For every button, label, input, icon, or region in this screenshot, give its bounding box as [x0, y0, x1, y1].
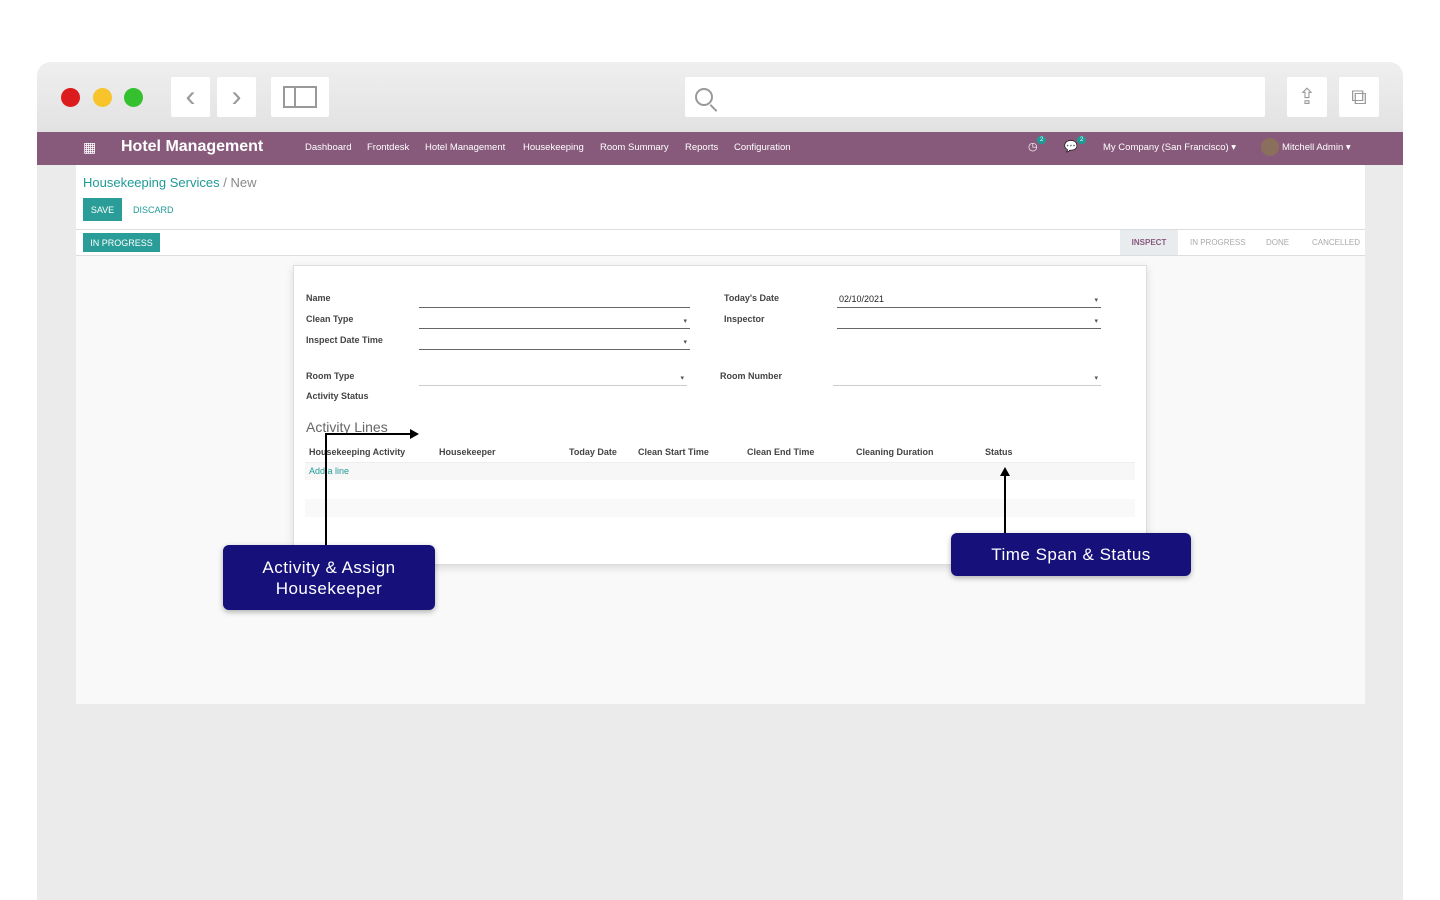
col-today-date[interactable]: Today Date	[569, 447, 617, 457]
menu-frontdesk[interactable]: Frontdesk	[367, 142, 409, 153]
breadcrumb: Housekeeping Services / New	[83, 175, 256, 190]
col-status[interactable]: Status	[985, 447, 1013, 457]
close-window-button[interactable]	[61, 88, 80, 107]
name-input[interactable]	[419, 294, 690, 308]
callout-activity-housekeeper: Activity & Assign Housekeeper	[223, 545, 435, 610]
search-icon	[695, 88, 718, 112]
back-button[interactable]: ‹	[171, 77, 210, 117]
room-number-select[interactable]: ▾	[833, 372, 1101, 386]
app-title: Hotel Management	[121, 138, 264, 155]
caret-down-icon: ▾	[683, 339, 687, 346]
room-type-select[interactable]: ▾	[419, 372, 687, 386]
caret-down-icon: ▾	[680, 375, 684, 382]
table-row	[305, 499, 1135, 517]
activity-status-label: Activity Status	[306, 391, 369, 401]
chevron-left-icon: ‹	[185, 80, 196, 113]
company-name: My Company (San Francisco)	[1103, 142, 1229, 153]
todays-date-label: Today's Date	[724, 293, 779, 303]
menu-dashboard[interactable]: Dashboard	[305, 142, 351, 153]
avatar[interactable]	[1261, 138, 1279, 156]
maximize-window-button[interactable]	[124, 88, 143, 107]
inspector-label: Inspector	[724, 314, 765, 324]
address-bar[interactable]	[685, 77, 1265, 117]
share-button[interactable]: ⇪	[1287, 77, 1327, 117]
col-cleaning-duration[interactable]: Cleaning Duration	[856, 447, 934, 457]
arrow-line	[1004, 474, 1006, 534]
breadcrumb-parent[interactable]: Housekeeping Services	[83, 175, 220, 190]
callout-time-span-status: Time Span & Status	[951, 533, 1191, 576]
todays-date-input[interactable]: 02/10/2021 ▾	[837, 294, 1101, 308]
room-number-label: Room Number	[720, 371, 783, 381]
company-switcher[interactable]: My Company (San Francisco) ▾	[1103, 142, 1236, 153]
breadcrumb-current: New	[230, 175, 257, 190]
stage-cancelled[interactable]: CANCELLED	[1312, 230, 1360, 255]
arrow-right-icon	[410, 429, 419, 439]
inspector-select[interactable]: ▾	[837, 315, 1101, 329]
chevron-right-icon: ›	[231, 80, 242, 113]
caret-down-icon: ▾	[1094, 297, 1098, 304]
menu-configuration[interactable]: Configuration	[734, 142, 791, 153]
menu-room-summary[interactable]: Room Summary	[600, 142, 669, 153]
menu-reports[interactable]: Reports	[685, 142, 718, 153]
todays-date-value: 02/10/2021	[839, 294, 885, 304]
stage-done[interactable]: DONE	[1266, 230, 1289, 255]
breadcrumb-separator: /	[223, 175, 227, 190]
caret-down-icon: ▾	[1094, 375, 1098, 382]
discard-button[interactable]: DISCARD	[133, 205, 174, 215]
menu-hotel-management[interactable]: Hotel Management	[425, 142, 505, 153]
status-bar: IN PROGRESS INSPECT IN PROGRESS DONE CAN…	[76, 229, 1365, 256]
menu-housekeeping[interactable]: Housekeeping	[523, 142, 584, 153]
arrow-line	[325, 433, 327, 551]
copy-icon: ⧉	[1351, 84, 1367, 109]
col-housekeeping-activity[interactable]: Housekeeping Activity	[309, 447, 405, 457]
stage-in-progress[interactable]: IN PROGRESS	[1190, 230, 1246, 255]
room-type-label: Room Type	[306, 371, 355, 381]
activity-badge: 2	[1037, 136, 1047, 144]
sidebar-toggle-button[interactable]	[271, 77, 329, 117]
share-icon: ⇪	[1297, 84, 1317, 109]
caret-down-icon: ▾	[1094, 318, 1098, 325]
arrow-line	[325, 433, 411, 435]
apps-grid-icon[interactable]: ▦	[83, 139, 96, 156]
caret-down-icon: ▾	[683, 318, 687, 325]
name-label: Name	[306, 293, 331, 303]
add-line-link[interactable]: Add a line	[309, 466, 349, 476]
table-row	[305, 462, 1135, 480]
clean-type-label: Clean Type	[306, 314, 354, 324]
minimize-window-button[interactable]	[93, 88, 112, 107]
control-panel: Housekeeping Services / New SAVE DISCARD	[76, 165, 1365, 229]
user-menu[interactable]: Mitchell Admin ▾	[1282, 142, 1351, 153]
messages-icon[interactable]: 💬 2	[1064, 136, 1087, 153]
user-name: Mitchell Admin	[1282, 142, 1344, 153]
stage-inspect[interactable]: INSPECT	[1120, 230, 1178, 255]
clean-type-select[interactable]: ▾	[419, 315, 690, 329]
col-housekeeper[interactable]: Housekeeper	[439, 447, 496, 457]
top-navbar: ▦ Hotel Management Dashboard Frontdesk H…	[37, 132, 1403, 165]
inspect-date-time-input[interactable]: ▾	[419, 336, 690, 350]
col-clean-start-time[interactable]: Clean Start Time	[638, 447, 709, 457]
save-button[interactable]: SAVE	[83, 198, 122, 221]
col-clean-end-time[interactable]: Clean End Time	[747, 447, 814, 457]
messages-badge: 2	[1077, 136, 1087, 144]
forward-button[interactable]: ›	[217, 77, 256, 117]
arrow-up-icon	[1000, 467, 1010, 476]
in-progress-button[interactable]: IN PROGRESS	[83, 233, 160, 252]
form-sheet	[293, 265, 1147, 565]
inspect-date-time-label: Inspect Date Time	[306, 335, 383, 345]
sidebar-icon	[283, 86, 317, 108]
activity-clock-icon[interactable]: ◷ 2	[1028, 136, 1047, 153]
tabs-button[interactable]: ⧉	[1339, 77, 1379, 117]
